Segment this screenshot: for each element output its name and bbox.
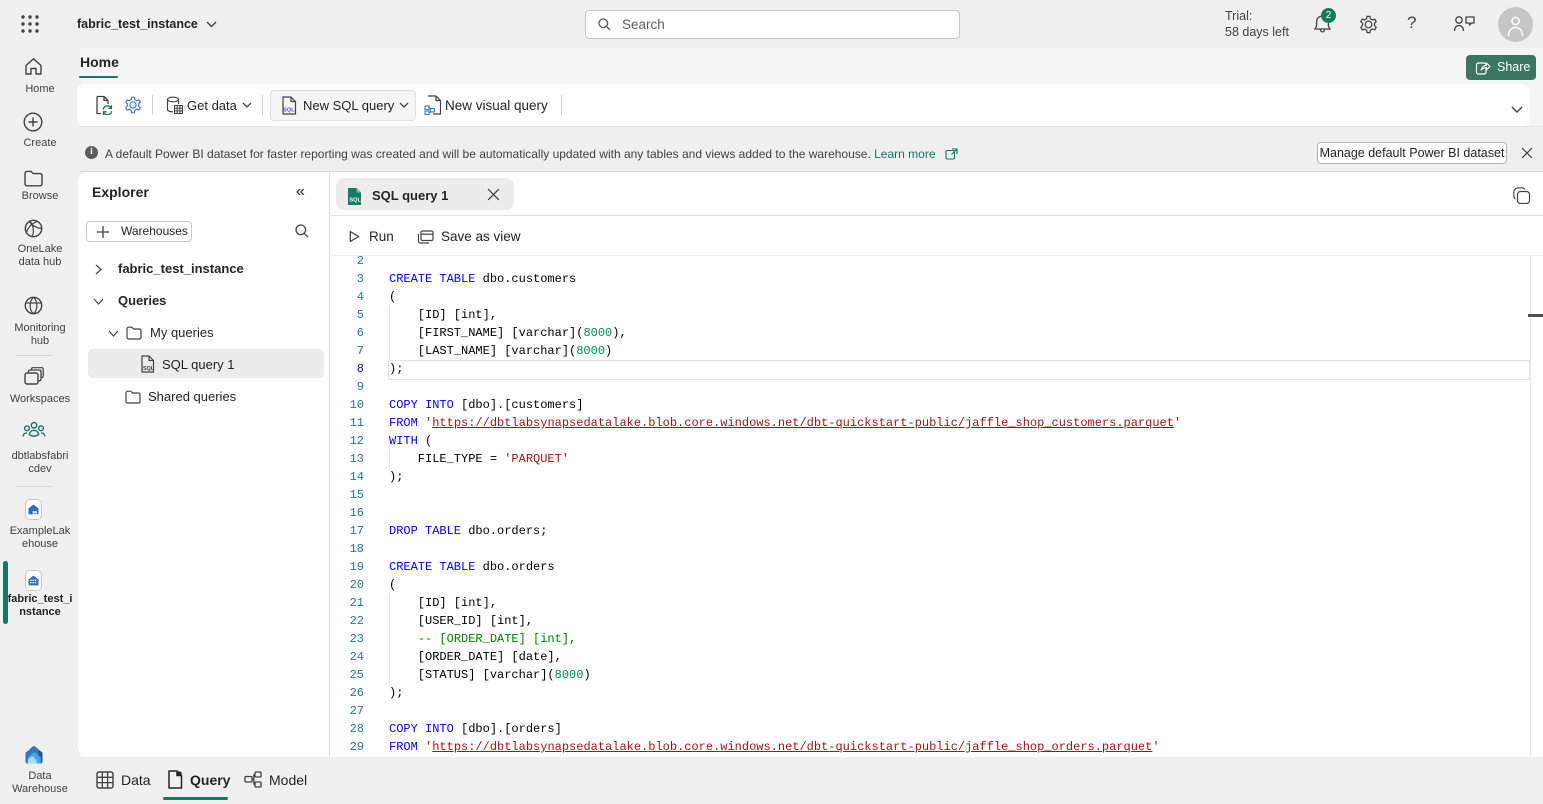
svg-text:SQL: SQL bbox=[349, 198, 361, 204]
svg-text:SQL: SQL bbox=[143, 366, 155, 372]
svg-text:SQL: SQL bbox=[283, 107, 295, 113]
